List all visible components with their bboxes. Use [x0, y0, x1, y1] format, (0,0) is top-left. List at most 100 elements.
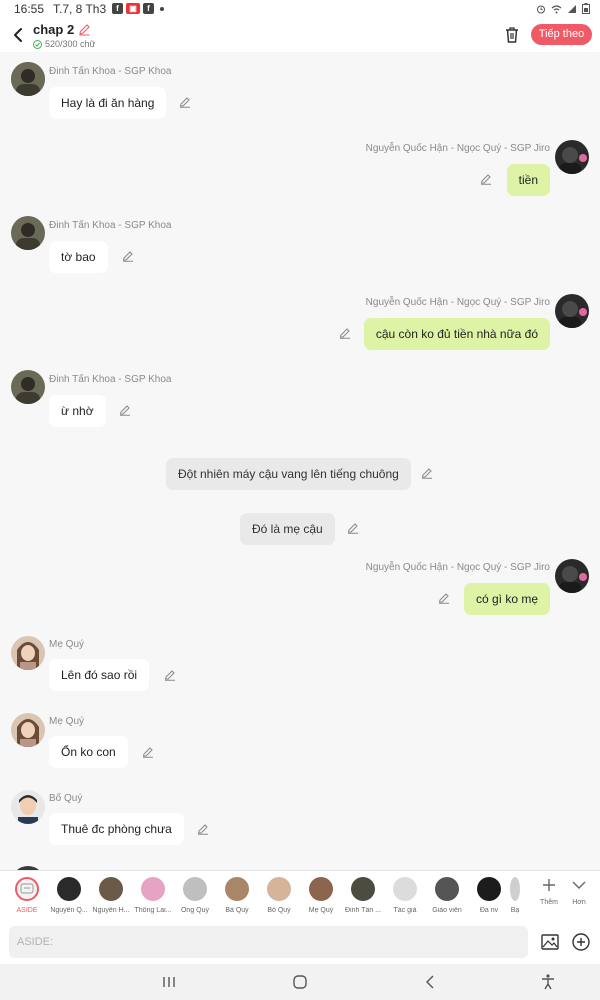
system-nav-bar — [0, 964, 600, 1000]
message-bubble[interactable]: Lên đó sao rồi — [49, 659, 150, 691]
person-photo-icon — [11, 216, 45, 250]
chapter-header: chap 2 520/300 chữ Tiếp theo — [0, 18, 600, 52]
status-time: 16:55 — [14, 2, 45, 16]
edit-pencil-icon[interactable] — [421, 467, 433, 479]
chat-thread[interactable]: Đinh Tấn Khoa - SGP Khoa Hay là đi ăn hà… — [0, 52, 600, 870]
character-aside[interactable]: ASIDE — [7, 877, 47, 914]
add-circle-icon[interactable] — [572, 933, 590, 951]
image-icon[interactable] — [541, 933, 559, 951]
character-item[interactable]: Mẹ Quý — [301, 877, 341, 914]
wifi-icon — [551, 4, 562, 13]
character-item[interactable]: Thông Lai... — [133, 877, 173, 914]
accessibility-icon[interactable] — [539, 973, 557, 991]
person-photo-icon — [555, 559, 589, 593]
pencil-icon[interactable] — [78, 23, 91, 36]
character-avatar — [351, 877, 375, 901]
character-label: Thông Lai... — [134, 907, 172, 914]
speaker-name: Bố Quý — [49, 793, 83, 804]
avatar[interactable] — [11, 790, 45, 824]
message-bubble[interactable]: Thuê đc phòng chưa — [49, 813, 184, 845]
speaker-name: Nguyễn Quốc Hận - Ngọc Quý - SGP Jiro — [365, 297, 550, 308]
character-avatar — [267, 877, 291, 901]
character-avatar — [183, 877, 207, 901]
avatar[interactable] — [555, 294, 589, 328]
signal-icon — [568, 4, 576, 13]
back-icon[interactable] — [422, 973, 440, 991]
message-bubble[interactable]: Hay là đi ăn hàng — [49, 87, 167, 119]
speaker-name: Đinh Tấn Khoa - SGP Khoa — [49, 220, 172, 231]
edit-pencil-icon[interactable] — [179, 96, 191, 108]
edit-pencil-icon[interactable] — [438, 592, 450, 604]
avatar[interactable] — [11, 370, 45, 404]
speaker-name: Đinh Tấn Khoa - SGP Khoa — [49, 66, 172, 77]
character-item[interactable]: Giáo viên — [427, 877, 467, 914]
recent-apps-icon[interactable] — [160, 973, 178, 991]
edit-pencil-icon[interactable] — [197, 823, 209, 835]
speaker-name: Đinh Tấn Khoa - SGP Khoa — [49, 374, 172, 385]
avatar[interactable] — [555, 140, 589, 174]
character-item[interactable]: Bạ — [505, 877, 525, 914]
character-label: Mẹ Quý — [308, 907, 334, 914]
edit-pencil-icon[interactable] — [339, 327, 351, 339]
edit-pencil-icon[interactable] — [480, 173, 492, 185]
character-label: Ông Quý — [180, 907, 209, 914]
character-avatar — [141, 877, 165, 901]
chat-bubble-icon — [20, 883, 34, 894]
expand-label: Hơn — [572, 899, 586, 906]
trash-icon[interactable] — [503, 25, 521, 45]
character-item[interactable]: Bố Quý — [259, 877, 299, 914]
plus-icon — [543, 879, 555, 891]
person-illustration-icon — [11, 790, 45, 824]
speaker-name: Nguyễn Quốc Hận - Ngọc Quý - SGP Jiro — [365, 562, 550, 573]
status-date: T.7, 8 Th3 — [53, 2, 107, 16]
expand-button[interactable]: Hơn — [564, 877, 594, 906]
chapter-title-row[interactable]: chap 2 — [33, 22, 91, 37]
back-arrow-icon[interactable] — [8, 25, 28, 45]
character-item[interactable]: Đinh Tấn ... — [343, 877, 383, 914]
message-bubble[interactable]: Ổn ko con — [49, 736, 128, 768]
character-label: Tác giả — [393, 907, 417, 914]
avatar[interactable] — [11, 636, 45, 670]
avatar[interactable] — [11, 216, 45, 250]
avatar[interactable] — [11, 62, 45, 96]
character-item[interactable]: Đa nv — [469, 877, 509, 914]
edit-pencil-icon[interactable] — [142, 746, 154, 758]
check-circle-icon — [33, 39, 42, 49]
message-input[interactable] — [9, 926, 528, 958]
message-bubble[interactable]: cậu còn ko đủ tiền nhà nữa đó — [363, 318, 550, 350]
chapter-title: chap 2 — [33, 22, 75, 37]
word-count-row: 520/300 chữ — [33, 39, 96, 49]
character-item[interactable]: Ông Quý — [175, 877, 215, 914]
chevron-down-icon — [572, 881, 586, 889]
person-photo-icon — [11, 370, 45, 404]
word-count: 520/300 chữ — [45, 39, 96, 49]
edit-pencil-icon[interactable] — [164, 669, 176, 681]
speaker-name: Nguyễn Quốc Hận - Ngọc Quý - SGP Jiro — [365, 143, 550, 154]
character-item[interactable]: Tác giả — [385, 877, 425, 914]
narration-bubble[interactable]: Đột nhiên máy cậu vang lên tiếng chuông — [166, 458, 411, 490]
character-item[interactable]: Bà Quý — [217, 877, 257, 914]
message-bubble[interactable]: có gì ko mẹ — [463, 583, 550, 615]
edit-pencil-icon[interactable] — [119, 404, 131, 416]
alarm-icon — [537, 5, 545, 13]
character-avatar — [393, 877, 417, 901]
character-label: ASIDE — [16, 907, 38, 914]
person-photo-icon — [11, 62, 45, 96]
character-item[interactable]: Nguyễn Q... — [49, 877, 89, 914]
home-icon[interactable] — [291, 973, 309, 991]
character-avatar — [57, 877, 81, 901]
message-bubble[interactable]: tiền — [506, 164, 550, 196]
speaker-name: Mẹ Quý — [49, 639, 85, 650]
speaker-name: Mẹ Quý — [49, 716, 85, 727]
character-avatar — [435, 877, 459, 901]
edit-pencil-icon[interactable] — [122, 250, 134, 262]
add-character-button[interactable]: Thêm — [534, 877, 564, 906]
message-bubble[interactable]: tờ bao — [49, 241, 108, 273]
edit-pencil-icon[interactable] — [347, 522, 359, 534]
narration-bubble[interactable]: Đó là mẹ cậu — [240, 513, 335, 545]
next-button[interactable]: Tiếp theo — [531, 24, 592, 45]
character-item[interactable]: Nguyễn H... — [91, 877, 131, 914]
message-bubble[interactable]: ừ nhờ — [49, 395, 106, 427]
avatar[interactable] — [11, 713, 45, 747]
avatar[interactable] — [555, 559, 589, 593]
